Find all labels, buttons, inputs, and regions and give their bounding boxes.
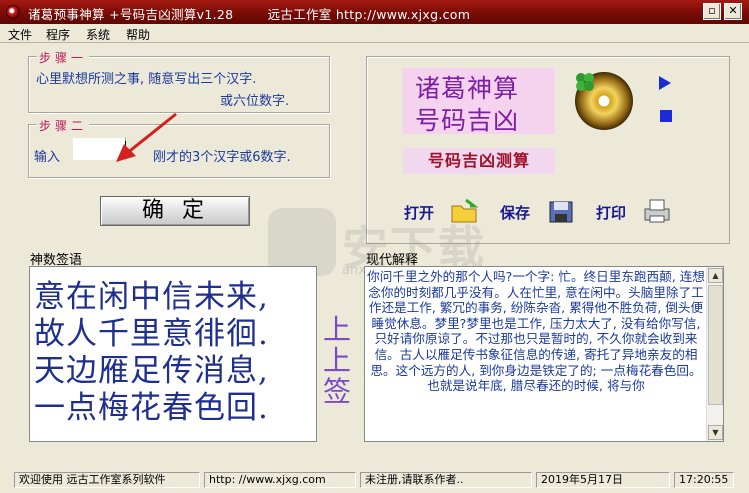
scroll-thumb[interactable] xyxy=(708,285,723,405)
step2-legend: 步骤二 xyxy=(37,117,90,134)
confirm-button[interactable]: 确定 xyxy=(100,196,250,226)
play-arrow-icon[interactable] xyxy=(659,76,671,90)
explanation-text: 你问千里之外的那个人吗?一个字: 忙。终日里东跑西颠, 连想念你的时刻都几乎没有… xyxy=(367,269,705,394)
lot-result: 上 上 签 xyxy=(322,314,352,407)
logo-line1: 诸葛神算 xyxy=(415,74,520,103)
menu-file[interactable]: 文件 xyxy=(8,26,32,43)
input-label: 输入 xyxy=(34,150,61,165)
status-bar: 欢迎使用 远古工作室系列软件 http: //www.xjxg.com 未注册,… xyxy=(0,466,749,493)
lot-char: 上 xyxy=(322,313,351,346)
clover-icon xyxy=(576,73,594,91)
save-label: 保存 xyxy=(500,204,531,222)
save-button[interactable]: 保存 xyxy=(500,196,580,226)
poem-box: 意在闲中信未来, 故人千里意徘徊. 天边雁足传消息, 一点梅花春色回. xyxy=(29,266,317,442)
print-label: 打印 xyxy=(596,204,627,222)
floppy-disk-icon xyxy=(549,201,573,223)
menu-program[interactable]: 程序 xyxy=(46,26,70,43)
logo-line2: 号码吉凶 xyxy=(415,106,520,135)
poem-line: 一点梅花春色回. xyxy=(34,390,269,426)
step1-line2: 或六位数字. xyxy=(220,94,290,109)
app-icon[interactable] xyxy=(6,5,20,19)
stop-square-icon[interactable] xyxy=(660,110,672,122)
status-time: 17:20:55 xyxy=(674,472,734,488)
status-date: 2019年5月17日 xyxy=(536,472,670,488)
printer-icon xyxy=(644,199,670,223)
status-welcome: 欢迎使用 远古工作室系列软件 xyxy=(14,472,200,488)
logo: 诸葛神算 号码吉凶 xyxy=(403,68,655,135)
explanation-scrollbar[interactable]: ▲ ▼ xyxy=(706,267,723,441)
lot-char: 上 xyxy=(322,344,351,377)
menu-bar: 文件 程序 系统 帮助 xyxy=(0,24,749,43)
red-arrow-icon xyxy=(116,112,177,162)
close-button[interactable]: ✕ xyxy=(724,3,742,20)
restore-button[interactable]: ▫ xyxy=(703,3,721,20)
scroll-up-icon[interactable]: ▲ xyxy=(708,268,723,283)
status-url: http: //www.xjxg.com xyxy=(204,472,356,488)
lot-char: 签 xyxy=(322,375,351,408)
window-title: 诸葛预事神算 +号码吉凶测算v1.28 远古工作室 http://www.xjx… xyxy=(28,7,471,22)
status-register: 未注册,请联系作者.. xyxy=(360,472,532,488)
scroll-down-icon[interactable]: ▼ xyxy=(708,425,723,440)
step1-line1: 心里默想所测之事, 随意写出三个汉字. xyxy=(36,72,257,87)
menu-system[interactable]: 系统 xyxy=(86,26,110,43)
menu-help[interactable]: 帮助 xyxy=(126,26,150,43)
explanation-box[interactable]: 你问千里之外的那个人吗?一个字: 忙。终日里东跑西颠, 连想念你的时刻都几乎没有… xyxy=(364,266,724,442)
sub-title: 号码吉凶测算 xyxy=(403,148,555,174)
title-bar: 诸葛预事神算 +号码吉凶测算v1.28 远古工作室 http://www.xjx… xyxy=(0,0,749,24)
print-button[interactable]: 打印 xyxy=(596,196,676,226)
step1-legend: 步骤一 xyxy=(37,49,90,66)
